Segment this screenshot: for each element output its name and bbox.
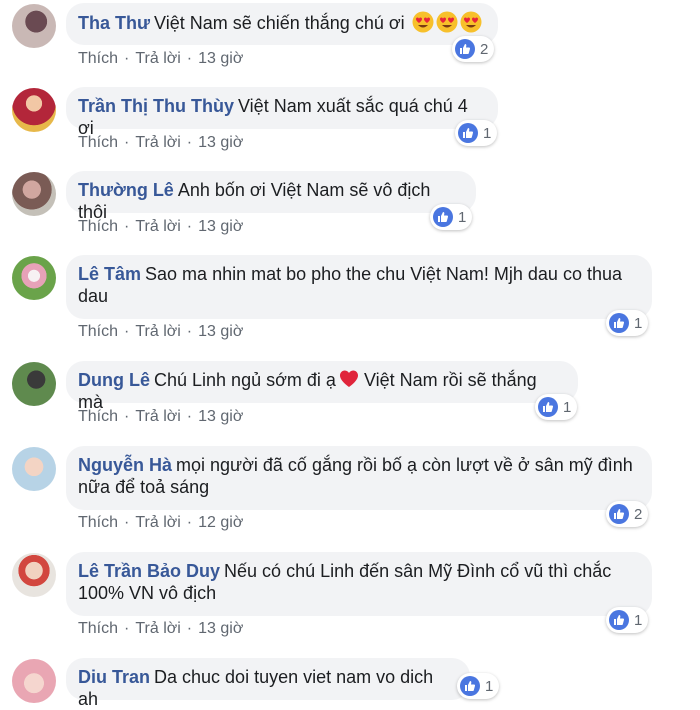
comment-text: Chú Linh ngủ sớm đi ạ: [154, 370, 336, 390]
comment-author[interactable]: Nguyễn Hà: [78, 455, 172, 475]
avatar[interactable]: [12, 553, 56, 597]
heart-emoji-icon: [339, 370, 358, 387]
avatar[interactable]: [12, 172, 56, 216]
reaction-count[interactable]: 2: [606, 501, 649, 527]
reaction-count[interactable]: 1: [430, 204, 473, 230]
comment-text: Việt Nam sẽ chiến thắng chú ơi: [154, 13, 405, 33]
like-icon: [458, 123, 478, 143]
comment-bubble: Thường Lê Anh bốn ơi Việt Nam sẽ vô địch …: [66, 171, 476, 222]
comment-author[interactable]: Dung Lê: [78, 370, 150, 390]
reaction-number: 2: [634, 505, 643, 523]
comment-author[interactable]: Lê Trần Bảo Duy: [78, 561, 220, 581]
comment-bubble: Dung Lê Chú Linh ngủ sớm đi ạ Việt Nam rồ…: [66, 361, 578, 412]
comment-actions: Thích · Trả lời · 13 giờ: [78, 50, 244, 67]
avatar[interactable]: [12, 88, 56, 132]
reply-link[interactable]: Trả lời: [135, 620, 180, 637]
like-link[interactable]: Thích: [78, 620, 118, 637]
reaction-count[interactable]: 1: [606, 607, 649, 633]
comment-actions: Thích · Trả lời · 13 giờ: [78, 134, 244, 151]
like-link[interactable]: Thích: [78, 323, 118, 340]
comment-bubble: Nguyễn Hà mọi người đã cố gắng rồi bố ạ c…: [66, 446, 652, 510]
reaction-count[interactable]: 2: [452, 36, 495, 62]
avatar[interactable]: [12, 256, 56, 300]
reply-link[interactable]: Trả lời: [135, 50, 180, 67]
comment-bubble: Lê Tâm Sao ma nhin mat bo pho the chu Việ…: [66, 255, 652, 319]
reaction-count[interactable]: 1: [535, 394, 578, 420]
avatar[interactable]: [12, 362, 56, 406]
like-icon: [609, 504, 629, 524]
comment-time[interactable]: 13 giờ: [198, 218, 243, 235]
comment-time[interactable]: 12 giờ: [198, 514, 243, 531]
comment-bubble: Lê Trần Bảo Duy Nếu có chú Linh đến sân M…: [66, 552, 652, 616]
comment-bubble: Tha Thư Việt Nam sẽ chiến thắng chú ơi: [66, 3, 498, 45]
comment-text: Sao ma nhin mat bo pho the chu Việt Nam!…: [145, 264, 622, 284]
like-icon: [460, 676, 480, 696]
heart-eyes-emoji-icon: [436, 11, 458, 33]
comment-author[interactable]: Tha Thư: [78, 13, 150, 33]
comment-actions: Thích · Trả lời · 13 giờ: [78, 620, 244, 637]
heart-eyes-emoji-icon: [460, 11, 482, 33]
like-icon: [538, 397, 558, 417]
reply-link[interactable]: Trả lời: [135, 408, 180, 425]
comment-author[interactable]: Thường Lê: [78, 180, 174, 200]
comment-author[interactable]: Lê Tâm: [78, 264, 141, 284]
reply-link[interactable]: Trả lời: [135, 323, 180, 340]
like-icon: [609, 610, 629, 630]
comment-author[interactable]: Diu Tran: [78, 667, 150, 687]
comment-time[interactable]: 13 giờ: [198, 620, 243, 637]
like-link[interactable]: Thích: [78, 134, 118, 151]
like-link[interactable]: Thích: [78, 218, 118, 235]
comment-time[interactable]: 13 giờ: [198, 408, 243, 425]
avatar[interactable]: [12, 659, 56, 703]
reaction-count[interactable]: 1: [606, 310, 649, 336]
avatar[interactable]: [12, 4, 56, 48]
comment-author[interactable]: Trần Thị Thu Thùy: [78, 96, 234, 116]
comment-actions: Thích · Trả lời · 12 giờ: [78, 514, 244, 531]
like-link[interactable]: Thích: [78, 408, 118, 425]
reaction-number: 1: [634, 314, 643, 332]
comment-bubble: Diu Tran Da chuc doi tuyen viet nam vo di…: [66, 658, 470, 709]
reply-link[interactable]: Trả lời: [135, 514, 180, 531]
reaction-count[interactable]: 1: [457, 673, 500, 699]
reaction-count[interactable]: 1: [455, 120, 498, 146]
reaction-number: 1: [485, 677, 494, 695]
reaction-number: 1: [483, 124, 492, 142]
reaction-number: 1: [458, 208, 467, 226]
comment-time[interactable]: 13 giờ: [198, 50, 243, 67]
comment-text: Nếu có chú Linh đến sân Mỹ Đình cổ vũ th…: [224, 561, 612, 581]
avatar[interactable]: [12, 447, 56, 491]
reaction-number: 1: [634, 611, 643, 629]
heart-eyes-emoji-icon: [412, 11, 434, 33]
comment-time[interactable]: 13 giờ: [198, 134, 243, 151]
reply-link[interactable]: Trả lời: [135, 218, 180, 235]
reaction-number: 1: [563, 398, 572, 416]
comment-actions: Thích · Trả lời · 13 giờ: [78, 408, 244, 425]
like-link[interactable]: Thích: [78, 514, 118, 531]
comment-actions: Thích · Trả lời · 13 giờ: [78, 218, 244, 235]
comment-time[interactable]: 13 giờ: [198, 323, 243, 340]
reply-link[interactable]: Trả lời: [135, 134, 180, 151]
comment-text-continued: dau: [78, 286, 109, 306]
reaction-number: 2: [480, 40, 489, 58]
comment-actions: Thích · Trả lời · 13 giờ: [78, 323, 244, 340]
like-link[interactable]: Thích: [78, 50, 118, 67]
comment-text: mọi người đã cố gắng rồi bố ạ còn lượt v…: [176, 455, 633, 475]
like-icon: [455, 39, 475, 59]
comment-bubble: Trần Thị Thu Thùy Việt Nam xuất sắc quá c…: [66, 87, 498, 138]
comment-text-continued: nữa để toả sáng: [78, 477, 210, 497]
comment-text-continued: 100% VN vô địch: [78, 583, 217, 603]
like-icon: [433, 207, 453, 227]
like-icon: [609, 313, 629, 333]
